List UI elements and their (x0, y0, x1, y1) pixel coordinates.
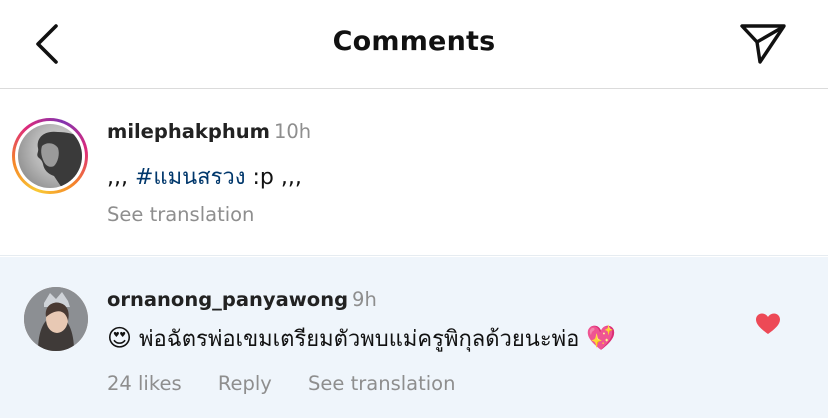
story-ring-avatar[interactable] (12, 118, 88, 194)
profile-photo (37, 131, 82, 188)
reply-comment: ornanong_panyawong 9h 😍 พ่อฉัตรพ่อเขมเตรี… (0, 257, 828, 418)
profile-photo (24, 287, 88, 351)
comment-text-suffix: :p ,,, (245, 165, 302, 190)
comment-meta: milephakphum 10h (107, 120, 311, 143)
see-translation-link[interactable]: See translation (308, 372, 455, 395)
comment-actions: See translation (107, 203, 254, 226)
username[interactable]: milephakphum (107, 120, 270, 143)
like-button[interactable] (755, 312, 781, 336)
paper-plane-icon (740, 24, 786, 64)
comment-meta: ornanong_panyawong 9h (107, 288, 377, 311)
comment-text: ,,, #แมนสรวง :p ,,, (107, 159, 302, 194)
reply-button[interactable]: Reply (218, 372, 272, 395)
likes-count[interactable]: 24 likes (107, 372, 182, 395)
heart-filled-icon (756, 313, 780, 334)
sparkling-heart-emoji: 💖 (586, 324, 617, 352)
timestamp: 9h (352, 288, 377, 311)
avatar (18, 124, 82, 188)
hashtag-link[interactable]: #แมนสรวง (135, 165, 246, 190)
username[interactable]: ornanong_panyawong (107, 288, 348, 311)
header-bar: Comments (0, 0, 828, 89)
share-button[interactable] (738, 20, 788, 68)
caption-comment: milephakphum 10h ,,, #แมนสรวง :p ,,, See … (0, 90, 828, 256)
comment-text-prefix: ,,, (107, 165, 135, 190)
comment-actions: 24 likes Reply See translation (107, 372, 455, 395)
avatar[interactable] (24, 287, 88, 351)
heart-eyes-emoji: 😍 (107, 324, 133, 352)
comment-text: 😍 พ่อฉัตรพ่อเขมเตรียมตัวพบแม่ครูพิกุลด้ว… (107, 321, 616, 356)
see-translation-link[interactable]: See translation (107, 203, 254, 226)
page-title: Comments (332, 26, 496, 57)
timestamp: 10h (273, 120, 312, 143)
comment-body: พ่อฉัตรพ่อเขมเตรียมตัวพบแม่ครูพิกุลด้วยน… (132, 327, 587, 352)
